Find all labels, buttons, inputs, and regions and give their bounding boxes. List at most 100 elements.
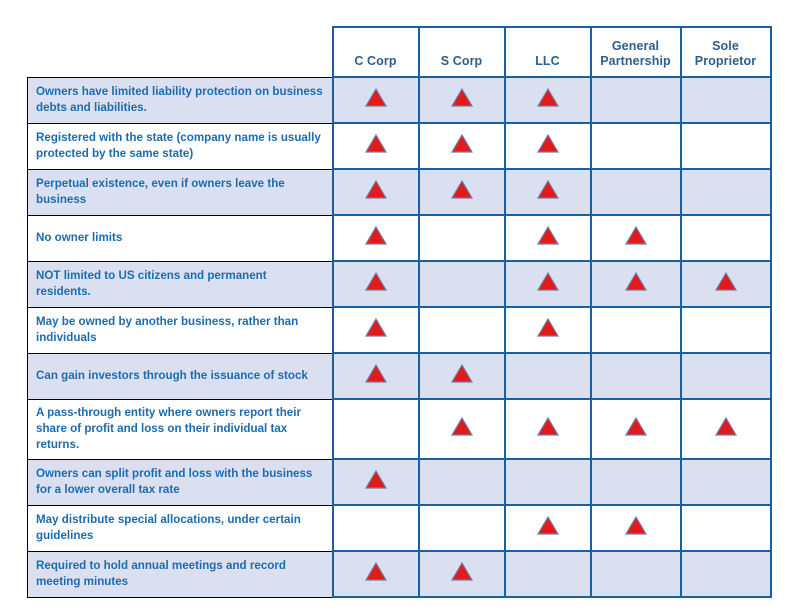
empty-cell-marker: [725, 531, 726, 532]
row-label-cell: Can gain investors through the issuance …: [27, 352, 333, 400]
cell-sole_proprietor: [679, 260, 772, 308]
empty-cell-marker: [725, 333, 726, 334]
column-header-s_corp: S Corp: [417, 26, 506, 78]
cell-sole_proprietor: [679, 504, 772, 553]
cell-c_corp: [331, 260, 420, 308]
cell-llc: [503, 168, 592, 216]
red-triangle-marker: [364, 364, 387, 383]
table-body: Owners have limited liability protection…: [27, 76, 772, 599]
empty-cell-marker: [635, 149, 636, 150]
red-triangle-marker: [450, 562, 473, 581]
red-triangle-marker: [714, 272, 737, 291]
cell-sole_proprietor: [679, 168, 772, 216]
table-row: Required to hold annual meetings and rec…: [27, 550, 772, 599]
red-triangle-marker: [624, 516, 647, 535]
red-triangle-marker: [536, 180, 559, 199]
row-label-cell: NOT limited to US citizens and permanent…: [27, 260, 333, 308]
empty-cell-marker: [461, 241, 462, 242]
cell-c_corp: [331, 504, 420, 553]
row-label-cell: May be owned by another business, rather…: [27, 306, 333, 354]
cell-llc: [503, 122, 592, 170]
red-triangle-marker: [364, 226, 387, 245]
empty-cell-marker: [725, 577, 726, 578]
red-triangle-marker: [624, 417, 647, 436]
cell-general_partnership: [589, 214, 682, 262]
row-label-cell: Owners have limited liability protection…: [27, 76, 333, 124]
table-row: Registered with the state (company name …: [27, 122, 772, 170]
cell-s_corp: [417, 214, 506, 262]
red-triangle-marker: [536, 417, 559, 436]
cell-sole_proprietor: [679, 122, 772, 170]
cell-c_corp: [331, 122, 420, 170]
red-triangle-marker: [364, 272, 387, 291]
cell-c_corp: [331, 550, 420, 599]
cell-llc: [503, 76, 592, 124]
empty-cell-marker: [725, 485, 726, 486]
cell-general_partnership: [589, 76, 682, 124]
red-triangle-marker: [364, 88, 387, 107]
cell-s_corp: [417, 504, 506, 553]
column-header-sole_proprietor: Sole Proprietor: [679, 26, 772, 78]
cell-c_corp: [331, 306, 420, 354]
empty-cell-marker: [635, 485, 636, 486]
red-triangle-marker: [624, 272, 647, 291]
cell-sole_proprietor: [679, 306, 772, 354]
cell-general_partnership: [589, 168, 682, 216]
cell-llc: [503, 260, 592, 308]
red-triangle-marker: [536, 226, 559, 245]
cell-s_corp: [417, 260, 506, 308]
empty-cell-marker: [635, 195, 636, 196]
header-row: C Corp S Corp LLC General Partnership Sole P…: [27, 26, 772, 78]
empty-cell-marker: [725, 149, 726, 150]
empty-cell-marker: [375, 531, 376, 532]
cell-general_partnership: [589, 122, 682, 170]
cell-llc: [503, 397, 592, 461]
row-label-cell: May distribute special allocations, unde…: [27, 504, 333, 552]
cell-s_corp: [417, 397, 506, 461]
cell-c_corp: [331, 214, 420, 262]
red-triangle-marker: [364, 562, 387, 581]
cell-general_partnership: [589, 397, 682, 461]
red-triangle-marker: [536, 318, 559, 337]
red-triangle-marker: [450, 180, 473, 199]
red-triangle-marker: [536, 134, 559, 153]
cell-s_corp: [417, 76, 506, 124]
red-triangle-marker: [364, 134, 387, 153]
empty-cell-marker: [725, 241, 726, 242]
table-row: May be owned by another business, rather…: [27, 306, 772, 354]
red-triangle-marker: [536, 272, 559, 291]
cell-s_corp: [417, 458, 506, 507]
red-triangle-marker: [450, 364, 473, 383]
empty-cell-marker: [635, 333, 636, 334]
cell-sole_proprietor: [679, 352, 772, 400]
cell-sole_proprietor: [679, 397, 772, 461]
table-row: No owner limits: [27, 214, 772, 262]
red-triangle-marker: [450, 134, 473, 153]
red-triangle-marker: [536, 516, 559, 535]
cell-sole_proprietor: [679, 550, 772, 599]
table-header: C Corp S Corp LLC General Partnership Sole P…: [27, 26, 772, 78]
cell-c_corp: [331, 397, 420, 461]
cell-sole_proprietor: [679, 214, 772, 262]
empty-cell-marker: [547, 577, 548, 578]
cell-general_partnership: [589, 306, 682, 354]
red-triangle-marker: [450, 417, 473, 436]
cell-llc: [503, 504, 592, 553]
empty-cell-marker: [547, 379, 548, 380]
cell-llc: [503, 306, 592, 354]
cell-general_partnership: [589, 352, 682, 400]
column-header-c_corp: C Corp: [331, 26, 420, 78]
table-row: NOT limited to US citizens and permanent…: [27, 260, 772, 308]
cell-s_corp: [417, 122, 506, 170]
cell-sole_proprietor: [679, 458, 772, 507]
cell-s_corp: [417, 352, 506, 400]
empty-cell-marker: [635, 577, 636, 578]
cell-llc: [503, 458, 592, 507]
cell-llc: [503, 550, 592, 599]
entity-comparison-table: C Corp S Corp LLC General Partnership Sole P…: [27, 26, 772, 599]
cell-general_partnership: [589, 504, 682, 553]
row-label-cell: Registered with the state (company name …: [27, 122, 333, 170]
cell-s_corp: [417, 306, 506, 354]
cell-sole_proprietor: [679, 76, 772, 124]
empty-cell-marker: [725, 379, 726, 380]
